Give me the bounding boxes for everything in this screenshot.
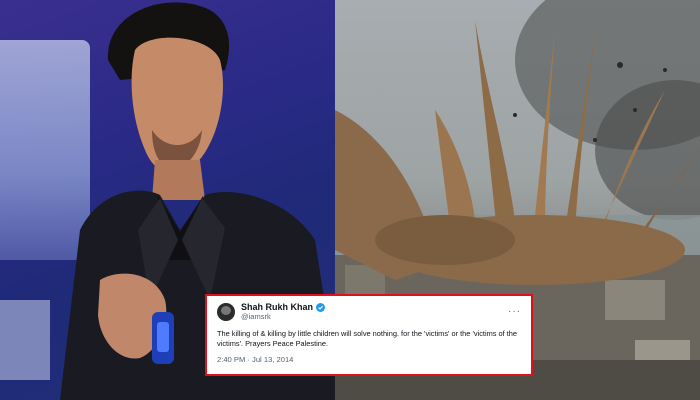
author-info: Shah Rukh Khan @iamsrk (241, 302, 326, 322)
author-handle[interactable]: @iamsrk (241, 312, 325, 322)
tweet-text: The killing of & killing by little child… (217, 329, 517, 348)
verified-badge-icon (316, 302, 326, 312)
embedded-tweet[interactable]: Shah Rukh Khan @iamsrk ··· The killing o… (205, 294, 533, 376)
collage: Shah Rukh Khan @iamsrk ··· The killing o… (0, 0, 700, 400)
author-display-name[interactable]: Shah Rukh Khan (241, 302, 313, 312)
tweet-header: Shah Rukh Khan @iamsrk ··· (217, 302, 521, 322)
tweet-timestamp[interactable]: 2:40 PM · Jul 13, 2014 (217, 355, 521, 364)
avatar[interactable] (217, 303, 235, 321)
stage-light-panel (0, 300, 50, 380)
more-horizontal-icon[interactable]: ··· (508, 307, 521, 317)
